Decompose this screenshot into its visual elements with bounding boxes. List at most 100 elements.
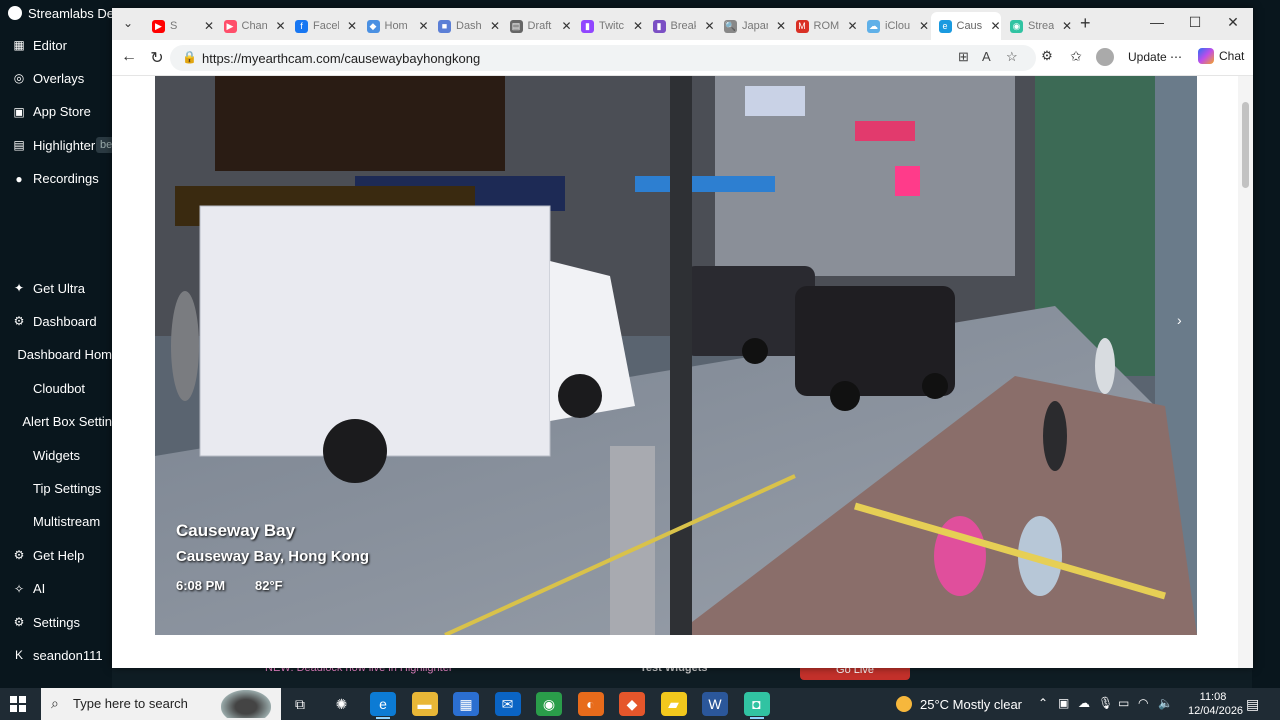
- tray-app-icon[interactable]: ▣: [1058, 696, 1069, 710]
- nav-item-widgets[interactable]: Widgets: [0, 440, 112, 470]
- nav-item-dashboard-hom[interactable]: Dashboard Hom: [0, 340, 112, 370]
- browser-tab[interactable]: 🔍 Japan ✕: [716, 12, 786, 40]
- tab-favicon-icon: ▶: [152, 19, 165, 33]
- windows-taskbar: ⌕ Type here to search ⧉ ✺ e ▬ ▦ ✉ ◉ ◐ ◆ ▰ W ◘ 25°C …: [0, 688, 1280, 720]
- wifi-icon[interactable]: ◠: [1138, 696, 1148, 710]
- close-tab-icon[interactable]: ✕: [1062, 19, 1072, 33]
- browser-tab[interactable]: ■ Dash ✕: [430, 12, 500, 40]
- webcam-video[interactable]: Causeway Bay Causeway Bay, Hong Kong 6:0…: [155, 76, 1197, 635]
- browser-tab[interactable]: ☁ iClou ✕: [859, 12, 929, 40]
- nav-item-dashboard[interactable]: ⚙ Dashboard: [0, 306, 112, 336]
- nav-item-tip-settings[interactable]: Tip Settings: [0, 473, 112, 503]
- page-scrollbar[interactable]: [1238, 76, 1253, 668]
- tab-label: Faceb: [313, 20, 339, 32]
- nav-item-app-store[interactable]: ▣ App Store: [0, 97, 112, 127]
- scrollbar-thumb[interactable]: [1242, 102, 1249, 188]
- sticky-notes-icon[interactable]: ▰: [660, 692, 687, 716]
- copilot-icon: [1198, 48, 1214, 64]
- outlook-icon[interactable]: ✉: [494, 692, 521, 716]
- close-tab-icon[interactable]: ✕: [847, 19, 857, 33]
- browser-tab[interactable]: f Faceb ✕: [287, 12, 357, 40]
- browser-tab[interactable]: ◉ Strea ✕: [1002, 12, 1072, 40]
- browser-tab[interactable]: ▤ Draft ✕: [502, 12, 572, 40]
- close-tab-icon[interactable]: ✕: [204, 19, 214, 33]
- nav-item-ai[interactable]: ✧ AI: [0, 574, 112, 604]
- close-tab-icon[interactable]: ✕: [561, 19, 571, 33]
- nav-label: seandon111: [33, 647, 103, 663]
- favorite-star-icon[interactable]: ☆: [1006, 49, 1018, 65]
- microphone-icon[interactable]: 🎙: [1098, 696, 1113, 710]
- task-view-icon[interactable]: ⧉: [287, 692, 313, 716]
- streamlabs-icon[interactable]: ◘: [743, 692, 770, 719]
- nav-item-seandon111[interactable]: Kseandon111: [0, 640, 112, 670]
- next-camera-icon[interactable]: ›: [1177, 312, 1182, 328]
- close-tab-icon[interactable]: ✕: [990, 19, 1000, 33]
- recordings-icon: ●: [15, 171, 23, 186]
- copilot-icon[interactable]: ✺: [329, 692, 355, 716]
- tab-label: Japan: [742, 20, 768, 32]
- favorites-icon[interactable]: ✩: [1065, 48, 1087, 65]
- nav-item-overlays[interactable]: ◎ Overlays: [0, 63, 112, 93]
- url-text[interactable]: https://myearthcam.com/causewaybayhongko…: [202, 51, 480, 66]
- browser-tab[interactable]: ▶ S ✕: [144, 12, 214, 40]
- close-tab-icon[interactable]: ✕: [704, 19, 714, 33]
- weather-text: 25°C Mostly clear: [920, 696, 1023, 712]
- close-tab-icon[interactable]: ✕: [776, 19, 786, 33]
- volume-icon[interactable]: 🔈: [1158, 696, 1173, 710]
- nav-item-settings[interactable]: ⚙ Settings: [0, 607, 112, 637]
- edge-icon[interactable]: e: [370, 692, 396, 719]
- nav-item-multistream[interactable]: Multistream: [0, 507, 112, 537]
- update-button[interactable]: Update ⋯: [1128, 50, 1182, 64]
- profile-avatar[interactable]: [1096, 48, 1114, 66]
- nav-item-editor[interactable]: ▦ Editor: [0, 30, 112, 60]
- browser-tab[interactable]: ◆ Hom ✕: [359, 12, 429, 40]
- close-tab-icon[interactable]: ✕: [347, 19, 357, 33]
- maximize-button[interactable]: ☐: [1180, 14, 1210, 31]
- site-info-icon[interactable]: 🔒: [182, 50, 197, 64]
- weather-widget[interactable]: 25°C Mostly clear: [896, 696, 1022, 712]
- nav-item-get-ultra[interactable]: ✦ Get Ultra: [0, 273, 112, 303]
- app-available-icon[interactable]: ⊞: [958, 49, 969, 65]
- close-tab-icon[interactable]: ✕: [418, 19, 428, 33]
- chrome-icon[interactable]: ◉: [536, 692, 562, 716]
- nav-item-cloudbot[interactable]: Cloudbot: [0, 373, 112, 403]
- battery-icon[interactable]: ▭: [1118, 696, 1129, 710]
- firefox-icon[interactable]: ◐: [577, 692, 604, 716]
- streamlabs-title: Streamlabs De: [28, 5, 114, 21]
- nav-item-recordings[interactable]: ● Recordings: [0, 164, 112, 194]
- browser-tab[interactable]: ▶ Chan ✕: [216, 12, 286, 40]
- close-tab-icon[interactable]: ✕: [275, 19, 285, 33]
- store-icon[interactable]: ▦: [453, 692, 479, 716]
- notifications-icon[interactable]: ▤: [1246, 696, 1259, 713]
- nav-item-alert-box-settin[interactable]: Alert Box Settin: [0, 407, 112, 437]
- refresh-icon[interactable]: ↻: [146, 48, 168, 68]
- edge-browser-window: ⌄ ▶ S ✕ ▶ Chan ✕ f Faceb ✕ ◆ Hom ✕ ■ Dash ✕ ▤ Draft ✕ ▮ Twi…: [112, 8, 1253, 668]
- extensions-icon[interactable]: ⚙: [1036, 48, 1058, 64]
- read-aloud-icon[interactable]: A: [982, 49, 991, 64]
- close-tab-icon[interactable]: ✕: [633, 19, 643, 33]
- nav-item-get-help[interactable]: ⚙ Get Help: [0, 540, 112, 570]
- browser-tab-active[interactable]: e Caus ✕: [930, 12, 1001, 40]
- close-tab-icon[interactable]: ✕: [919, 19, 929, 33]
- camera-title: Causeway Bay: [176, 521, 296, 540]
- new-tab-button[interactable]: +: [1080, 13, 1091, 34]
- back-icon[interactable]: ←: [118, 48, 140, 66]
- file-explorer-icon[interactable]: ▬: [411, 692, 438, 716]
- clock[interactable]: 11:08 12/04/2026: [1188, 690, 1243, 718]
- close-window-button[interactable]: ✕: [1218, 14, 1248, 31]
- start-button[interactable]: [10, 696, 26, 712]
- show-hidden-icons[interactable]: ⌃: [1038, 696, 1048, 710]
- taskbar-search[interactable]: ⌕ Type here to search: [41, 688, 281, 720]
- browser-tab[interactable]: ▮ Break ✕: [645, 12, 715, 40]
- word-icon[interactable]: W: [702, 692, 728, 716]
- minimize-button[interactable]: —: [1142, 14, 1172, 30]
- tab-label: Chan: [241, 20, 268, 32]
- onedrive-icon[interactable]: ☁: [1078, 696, 1090, 710]
- browser-tab[interactable]: ▮ Twitc ✕: [573, 12, 643, 40]
- copilot-chat-button[interactable]: Chat: [1198, 48, 1244, 64]
- browser-tab[interactable]: M ROM ✕: [788, 12, 858, 40]
- address-bar[interactable]: 🔒 https://myearthcam.com/causewaybayhong…: [170, 45, 1036, 71]
- tab-actions-icon[interactable]: ⌄: [116, 16, 140, 34]
- brave-icon[interactable]: ◆: [619, 692, 645, 716]
- close-tab-icon[interactable]: ✕: [490, 19, 500, 33]
